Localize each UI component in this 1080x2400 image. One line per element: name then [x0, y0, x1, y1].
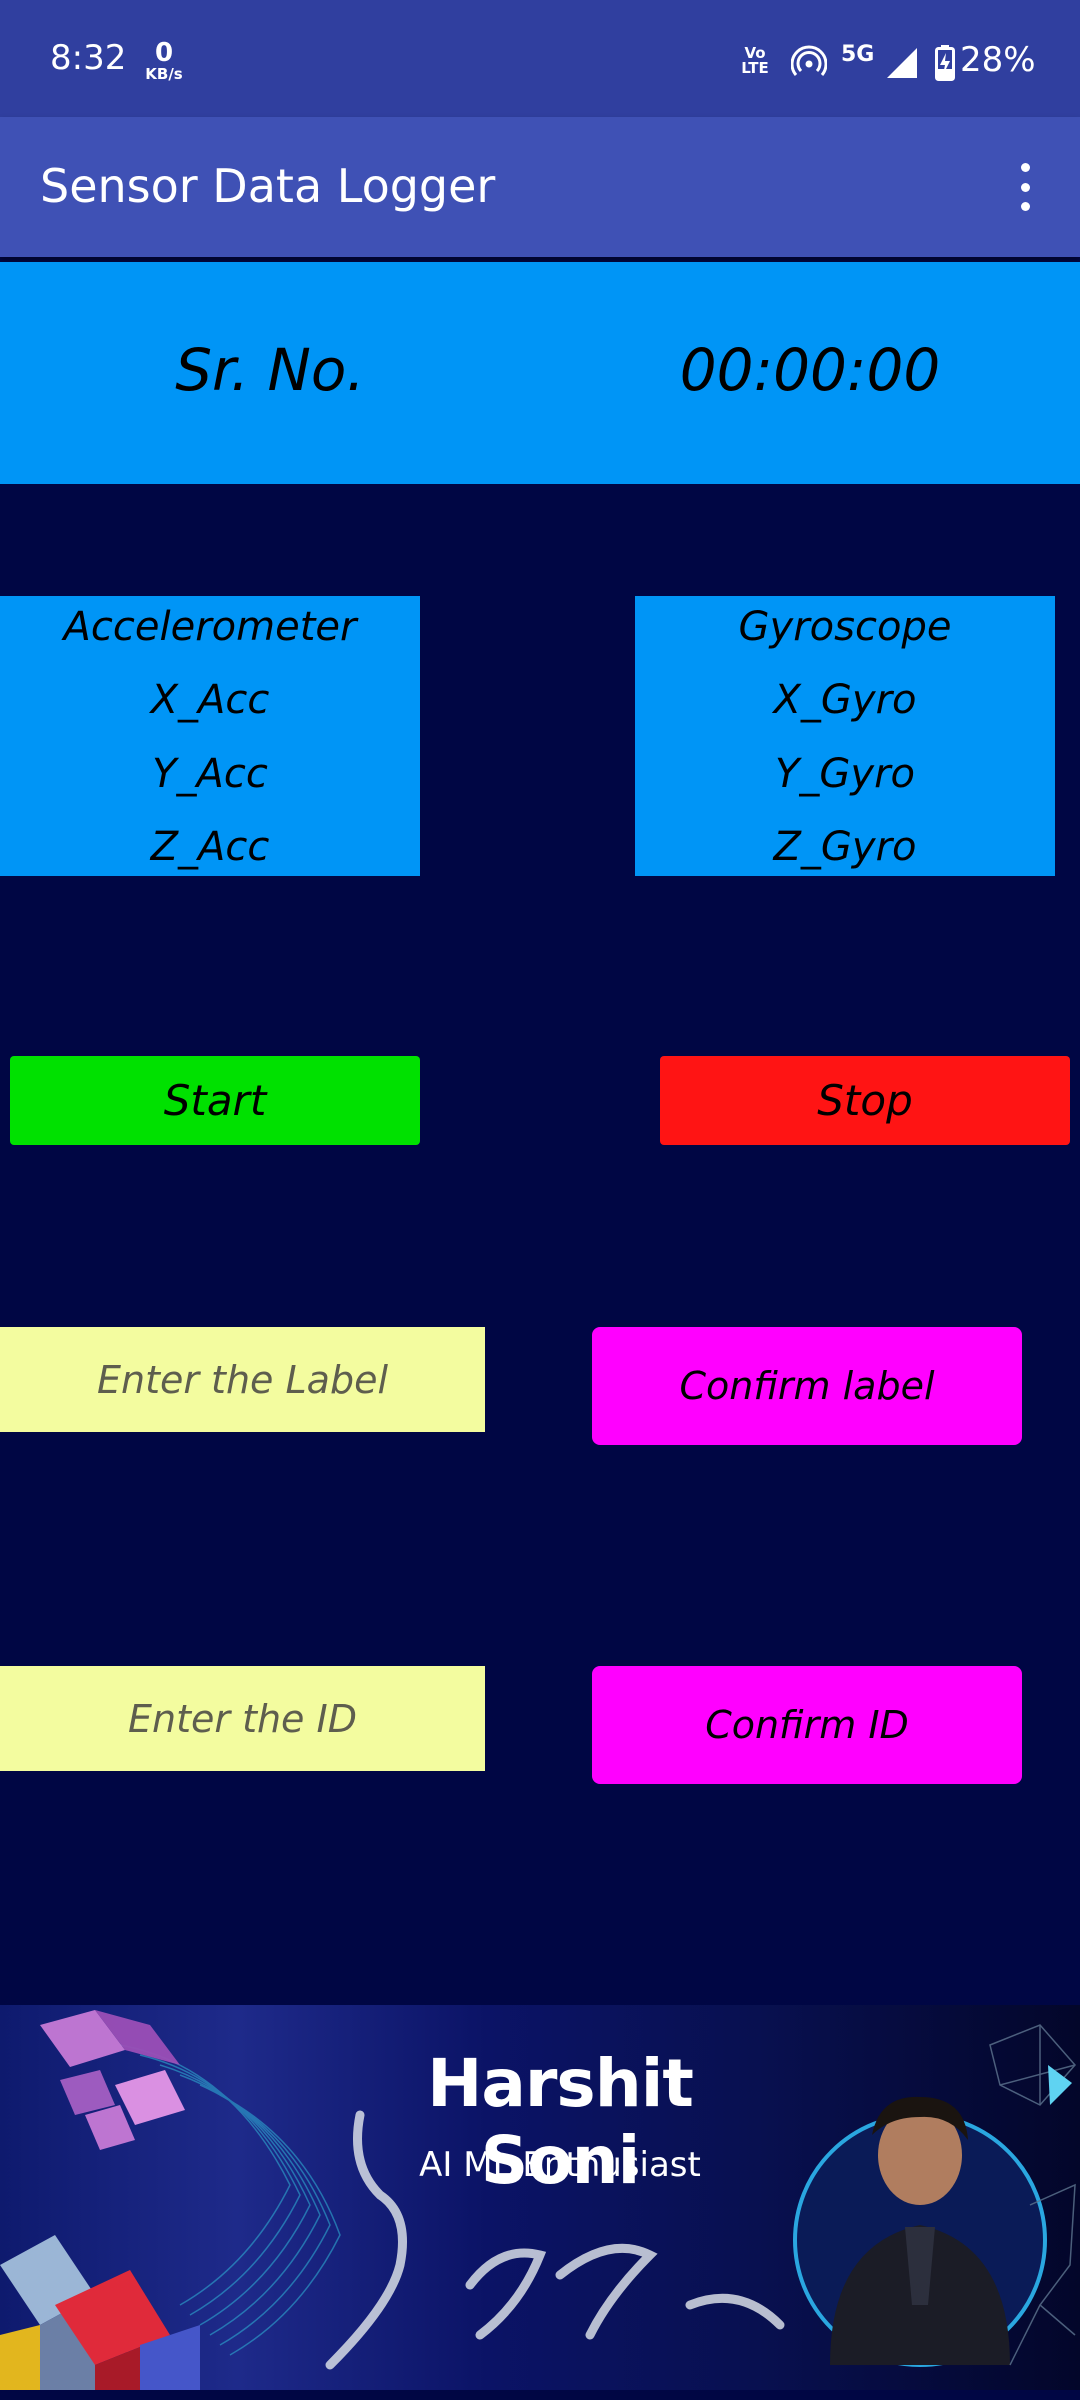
accelerometer-z-value: Z_Acc — [150, 823, 270, 870]
gyroscope-z-value: Z_Gyro — [773, 823, 917, 870]
confirm-id-button[interactable]: Confirm ID — [592, 1666, 1022, 1784]
profile-banner: Harshit Soni AI ML Enthusiast — [0, 2005, 1080, 2390]
battery-charging-icon — [935, 45, 955, 81]
network-speed-unit: KB/s — [145, 65, 183, 83]
network-speed: 0 KB/s — [142, 40, 186, 82]
accelerometer-title: Accelerometer — [63, 604, 357, 650]
app-title: Sensor Data Logger — [40, 159, 496, 213]
id-input[interactable] — [0, 1666, 485, 1771]
overflow-menu-icon[interactable] — [1010, 157, 1040, 217]
label-input[interactable] — [0, 1327, 485, 1432]
cube-decoration-bottom — [0, 2235, 200, 2390]
header-strip: Sr. No. 00:00:00 — [0, 262, 1080, 484]
5g-icon: 5G — [841, 42, 875, 67]
gyroscope-y-value: Y_Gyro — [774, 750, 916, 797]
accelerometer-y-value: Y_Acc — [152, 750, 268, 797]
hotspot-icon — [791, 45, 827, 76]
banner-subtitle: AI ML Enthusiast — [419, 2145, 701, 2185]
gyroscope-x-value: X_Gyro — [773, 677, 917, 724]
status-bar: 8:32 0 KB/s Vo LTE 5G 28% — [0, 0, 1080, 117]
network-speed-value: 0 — [154, 38, 174, 68]
confirm-label-button[interactable]: Confirm label — [592, 1327, 1022, 1445]
serial-number-label: Sr. No. — [175, 336, 365, 404]
accelerometer-panel: Accelerometer X_Acc Y_Acc Z_Acc — [0, 596, 420, 876]
volte-icon: Vo LTE — [741, 44, 769, 77]
timer-display: 00:00:00 — [679, 336, 941, 404]
gyroscope-panel: Gyroscope X_Gyro Y_Gyro Z_Gyro — [635, 596, 1055, 876]
bottom-edge — [0, 2390, 1080, 2400]
app-bar: Sensor Data Logger — [0, 117, 1080, 257]
cube-decoration — [40, 2010, 185, 2150]
battery-percent: 28% — [960, 40, 1036, 80]
stop-button[interactable]: Stop — [660, 1056, 1070, 1145]
start-button[interactable]: Start — [10, 1056, 420, 1145]
gyroscope-title: Gyroscope — [738, 604, 952, 650]
status-time: 8:32 — [50, 38, 127, 78]
accelerometer-x-value: X_Acc — [150, 677, 270, 724]
signal-icon — [887, 48, 917, 78]
